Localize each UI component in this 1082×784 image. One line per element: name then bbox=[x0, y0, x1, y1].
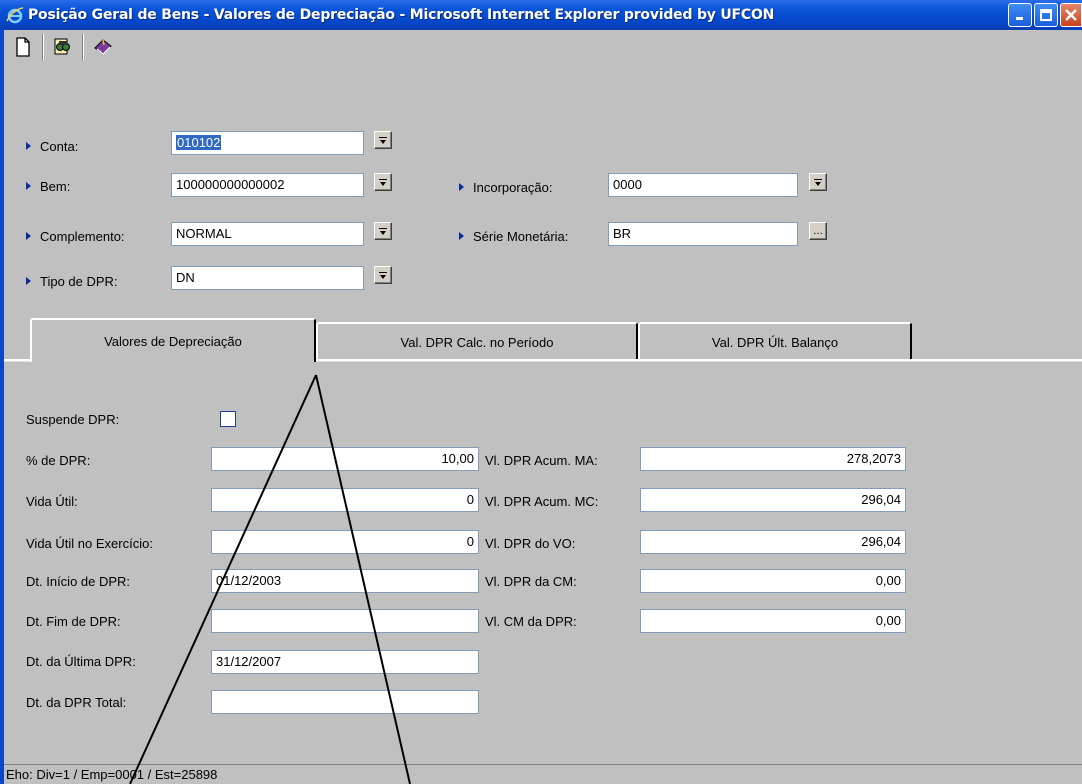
status-bar: Eho: Div=1 / Emp=0001 / Est=25898 bbox=[4, 764, 1082, 784]
vida-util-exercicio-field[interactable]: 0 bbox=[211, 530, 479, 554]
vl-dpr-cm-field[interactable]: 0,00 bbox=[640, 569, 906, 593]
dt-ultima-dpr-label: Dt. da Última DPR: bbox=[26, 654, 136, 669]
chevron-down-icon bbox=[814, 178, 822, 186]
bem-field[interactable]: 100000000000002 bbox=[171, 173, 364, 197]
chevron-down-icon bbox=[379, 136, 387, 144]
bem-dropdown-button[interactable] bbox=[374, 173, 392, 191]
vl-dpr-acum-mc-label: Vl. DPR Acum. MC: bbox=[485, 494, 599, 509]
dt-dpr-total-label: Dt. da DPR Total: bbox=[26, 695, 127, 710]
tab-val-dpr-ult-balanco[interactable]: Val. DPR Últ. Balanço bbox=[638, 322, 912, 360]
incorporacao-label: Incorporação: bbox=[459, 180, 553, 195]
ellipsis-icon: ... bbox=[813, 225, 823, 237]
vl-dpr-acum-ma-field[interactable]: 278,2073 bbox=[640, 447, 906, 471]
dt-fim-dpr-label: Dt. Fim de DPR: bbox=[26, 614, 121, 629]
vida-util-field[interactable]: 0 bbox=[211, 488, 479, 512]
vl-cm-dpr-label: Vl. CM da DPR: bbox=[485, 614, 577, 629]
tipo-dpr-label: Tipo de DPR: bbox=[26, 274, 118, 289]
toolbar bbox=[4, 30, 1082, 64]
bem-label: Bem: bbox=[26, 179, 70, 194]
suspende-dpr-label: Suspende DPR: bbox=[26, 412, 120, 427]
complemento-label: Complemento: bbox=[26, 229, 125, 244]
complemento-dropdown-button[interactable] bbox=[374, 222, 392, 240]
vl-dpr-acum-mc-field[interactable]: 296,04 bbox=[640, 488, 906, 512]
conta-dropdown-button[interactable] bbox=[374, 131, 392, 149]
title-bar: Posição Geral de Bens - Valores de Depre… bbox=[0, 0, 1082, 30]
tipo-dpr-field[interactable]: DN bbox=[171, 266, 364, 290]
help-book-button[interactable] bbox=[90, 34, 116, 60]
vl-dpr-vo-label: Vl. DPR do VO: bbox=[485, 536, 576, 551]
dt-dpr-total-field[interactable] bbox=[211, 690, 479, 714]
incorporacao-dropdown-button[interactable] bbox=[809, 173, 827, 191]
conta-label: Conta: bbox=[26, 139, 78, 154]
vl-dpr-acum-ma-label: Vl. DPR Acum. MA: bbox=[485, 453, 598, 468]
tab-val-dpr-calc-periodo[interactable]: Val. DPR Calc. no Período bbox=[316, 322, 638, 360]
incorporacao-field[interactable]: 0000 bbox=[608, 173, 798, 197]
maximize-button[interactable] bbox=[1034, 3, 1058, 27]
vl-dpr-vo-field[interactable]: 296,04 bbox=[640, 530, 906, 554]
vida-util-label: Vida Útil: bbox=[26, 494, 78, 509]
tipo-dpr-dropdown-button[interactable] bbox=[374, 266, 392, 284]
close-icon bbox=[1065, 9, 1077, 21]
vl-cm-dpr-field[interactable]: 0,00 bbox=[640, 609, 906, 633]
app-window: Conta: 010102 Bem: 100000000000002 Compl… bbox=[0, 30, 1082, 784]
dt-ultima-dpr-field[interactable]: 31/12/2007 bbox=[211, 650, 479, 674]
search-button[interactable] bbox=[50, 34, 76, 60]
new-document-button[interactable] bbox=[10, 34, 36, 60]
complemento-field[interactable]: NORMAL bbox=[171, 222, 364, 246]
tab-valores-depreciacao[interactable]: Valores de Depreciação bbox=[30, 318, 316, 362]
dt-fim-dpr-field[interactable] bbox=[211, 609, 479, 633]
perc-dpr-field[interactable]: 10,00 bbox=[211, 447, 479, 471]
perc-dpr-label: % de DPR: bbox=[26, 453, 91, 468]
new-document-icon bbox=[16, 37, 30, 57]
book-icon bbox=[94, 39, 112, 55]
suspende-dpr-checkbox[interactable] bbox=[220, 411, 236, 427]
conta-field[interactable]: 010102 bbox=[171, 131, 364, 155]
internet-explorer-icon bbox=[6, 7, 24, 24]
window-controls bbox=[1008, 3, 1082, 27]
search-binoculars-icon bbox=[54, 38, 70, 55]
serie-monetaria-field[interactable]: BR bbox=[608, 222, 798, 246]
minimize-button[interactable] bbox=[1008, 3, 1032, 27]
toolbar-separator bbox=[82, 34, 84, 60]
chevron-down-icon bbox=[379, 178, 387, 186]
minimize-icon bbox=[1016, 17, 1023, 20]
chevron-down-icon bbox=[379, 227, 387, 235]
window-title: Posição Geral de Bens - Valores de Depre… bbox=[28, 7, 775, 23]
chevron-down-icon bbox=[379, 271, 387, 279]
dt-inicio-dpr-label: Dt. Início de DPR: bbox=[26, 574, 131, 589]
vl-dpr-cm-label: Vl. DPR da CM: bbox=[485, 574, 577, 589]
maximize-icon bbox=[1040, 9, 1052, 21]
serie-monetaria-lookup-button[interactable]: ... bbox=[809, 222, 827, 240]
toolbar-separator bbox=[42, 34, 44, 60]
vida-util-exercicio-label: Vida Útil no Exercício: bbox=[26, 536, 153, 551]
serie-monetaria-label: Série Monetária: bbox=[459, 229, 568, 244]
close-button[interactable] bbox=[1060, 3, 1082, 27]
dt-inicio-dpr-field[interactable]: 01/12/2003 bbox=[211, 569, 479, 593]
